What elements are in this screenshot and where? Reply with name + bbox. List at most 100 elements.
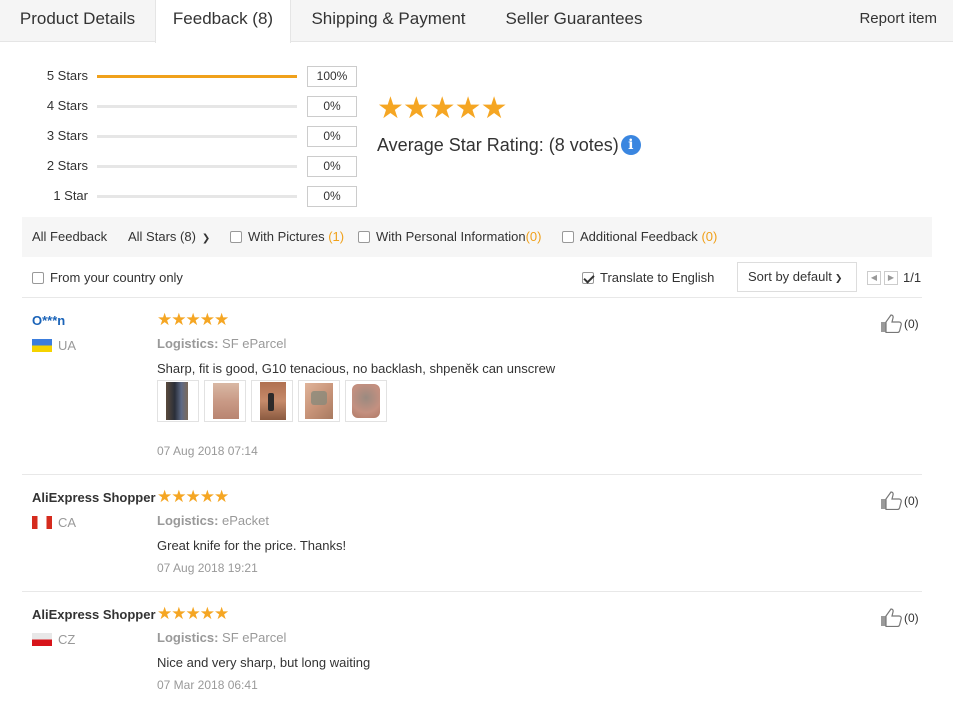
filter-count: (0) [701,229,718,244]
reviewer-name[interactable]: O***n [32,313,65,329]
tab-product-details[interactable]: Product Details [0,0,155,42]
review-date: 07 Aug 2018 19:21 [157,561,258,575]
helpful-count: (0) [904,494,919,508]
checkbox-icon[interactable] [562,231,574,243]
logistics-label: Logistics: [157,630,219,645]
histogram-percent: 0% [307,96,357,117]
checkbox-icon[interactable] [358,231,370,243]
review-stars: ★★★★★ [157,604,229,623]
country-code: UA [58,338,77,353]
country-code: CZ [58,632,76,647]
review-logistics: Logistics: SF eParcel [157,630,286,646]
review-photo-thumbnail[interactable] [157,380,199,422]
checkbox-icon[interactable] [230,231,242,243]
sort-label: Sort by default [748,269,832,284]
page-indicator: 1/1 [903,270,922,285]
filter-with-personal-label: With Personal Information [376,229,526,244]
filter-additional-feedback[interactable]: Additional Feedback (0) [562,217,717,257]
histogram-bar [97,135,297,138]
logistics-label: Logistics: [157,336,219,351]
divider [22,474,922,475]
logistics-value: SF eParcel [222,336,287,351]
histogram-label: 3 Stars [46,128,88,143]
sort-dropdown[interactable]: Sort by default ❯ [737,262,857,292]
review-photo-thumbnail[interactable] [345,380,387,422]
review-text: Nice and very sharp, but long waiting [157,655,371,670]
histogram-bar [97,75,297,78]
filter-with-pictures[interactable]: With Pictures (1) [230,217,344,257]
logistics-value: ePacket [222,513,270,528]
logistics-value: SF eParcel [222,630,287,645]
histogram-bar [97,195,297,198]
histogram-label: 2 Stars [46,158,88,173]
histogram-bar [97,165,297,168]
review-stars: ★★★★★ [157,487,229,506]
histogram-percent: 100% [307,66,357,87]
chevron-down-icon: ❯ [201,233,211,244]
review-text: Great knife for the price. Thanks! [157,538,347,553]
reviewer-country: CA [32,516,76,530]
divider [22,591,922,592]
prev-page-icon[interactable]: ◀ [867,271,881,285]
vote-count: (8 votes) [548,135,619,155]
flag-ua-icon [32,339,52,352]
helpful-count: (0) [904,317,919,331]
tab-feedback[interactable]: Feedback (8) [155,0,291,43]
filter-all-feedback-label: All Feedback [32,229,108,244]
reviewer-name: AliExpress Shopper [32,607,156,622]
reviewer-name: AliExpress Shopper [32,490,156,505]
filter-additional-label: Additional Feedback [580,229,698,244]
histogram-percent: 0% [307,126,357,147]
review-photo-thumbnail[interactable] [251,380,293,422]
translate-label: Translate to English [600,270,715,285]
report-item-link[interactable]: Report item [859,0,937,38]
checkbox-checked-icon[interactable] [582,272,594,284]
average-rating-label: Average Star Rating: [377,135,544,155]
thumbs-up-icon [881,491,902,511]
filter-with-pictures-label: With Pictures [248,229,325,244]
filter-count: (1) [328,229,345,244]
helpful-count: (0) [904,611,919,625]
country-code: CA [58,515,77,530]
from-country-toggle[interactable]: From your country only [32,262,183,294]
helpful-button[interactable]: (0) [880,313,919,334]
tab-shipping-payment[interactable]: Shipping & Payment [291,0,486,42]
filter-all-feedback[interactable]: All Feedback [32,217,107,257]
next-page-icon[interactable]: ▶ [884,271,898,285]
histogram-bar-fill [97,75,297,78]
info-icon[interactable]: i [620,135,641,155]
histogram-percent: 0% [307,156,357,177]
review-photo-thumbnail[interactable] [298,380,340,422]
logistics-label: Logistics: [157,513,219,528]
review-photo-thumbnail[interactable] [204,380,246,422]
tab-seller-guarantees[interactable]: Seller Guarantees [486,0,662,42]
feedback-options-row: From your country only Translate to Engl… [0,262,953,296]
histogram-label: 4 Stars [46,98,88,113]
filter-with-personal-info[interactable]: With Personal Information(0) [358,217,541,257]
chevron-down-icon: ❯ [834,273,843,283]
histogram-bar [97,105,297,108]
review-date: 07 Aug 2018 07:14 [157,444,258,458]
from-country-label: From your country only [50,270,183,285]
review-text: Sharp, fit is good, G10 tenacious, no ba… [157,361,556,376]
reviewer-country: UA [32,339,76,353]
average-rating-stars: ★★★★★ [377,92,507,125]
translate-toggle[interactable]: Translate to English [582,262,714,294]
divider [22,297,922,298]
helpful-button[interactable]: (0) [880,607,919,628]
histogram-label: 5 Stars [46,68,88,83]
review-logistics: Logistics: ePacket [157,513,269,529]
checkbox-icon[interactable] [32,272,44,284]
review-logistics: Logistics: SF eParcel [157,336,286,352]
feedback-filter-bar: All Feedback All Stars (8) ❯ With Picture… [22,217,932,257]
tab-bar: Product Details Feedback (8) Shipping & … [0,0,953,43]
helpful-button[interactable]: (0) [880,490,919,511]
histogram-percent: 0% [307,186,357,207]
average-rating-line: Average Star Rating: (8 votes) i [377,133,641,157]
reviewer-country: CZ [32,633,75,647]
filter-all-stars-dropdown[interactable]: All Stars (8) ❯ [128,217,210,259]
thumbs-up-icon [881,314,902,334]
histogram-label: 1 Star [53,188,88,203]
flag-cz-icon [32,633,52,646]
flag-ca-icon [32,516,52,529]
